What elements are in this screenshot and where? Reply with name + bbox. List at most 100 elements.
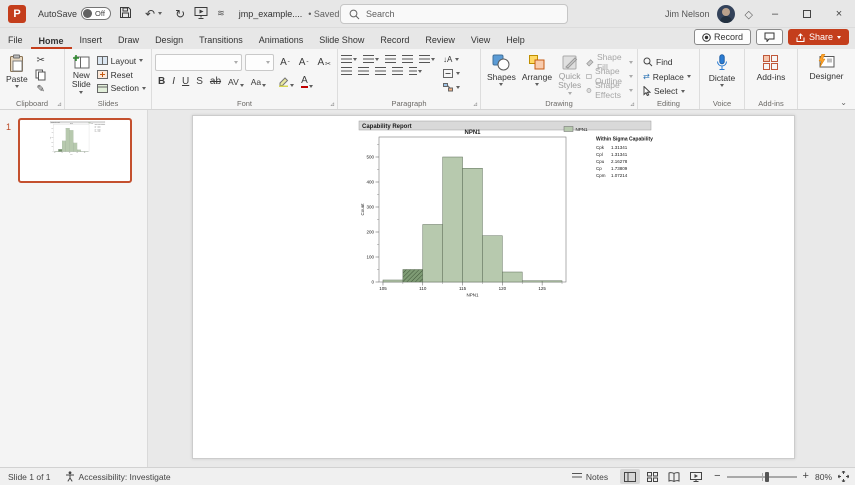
section-button[interactable]: Section <box>96 82 146 94</box>
layout-button[interactable]: Layout <box>96 55 146 67</box>
dictate-dropdown-icon[interactable] <box>720 84 724 87</box>
tab-design[interactable]: Design <box>147 32 191 49</box>
tab-transitions[interactable]: Transitions <box>191 32 251 49</box>
tab-record[interactable]: Record <box>372 32 417 49</box>
tab-file[interactable]: File <box>0 32 31 49</box>
tab-review[interactable]: Review <box>417 32 463 49</box>
editing-canvas[interactable]: Capability Report NPN1 NPN1 0 100 200 300 400 50… <box>148 110 855 467</box>
tab-slide-show[interactable]: Slide Show <box>311 32 372 49</box>
close-button[interactable]: × <box>823 0 855 28</box>
paragraph-dialog-launcher[interactable]: ⊿ <box>473 101 478 108</box>
line-spacing-button[interactable] <box>419 55 435 63</box>
numbering-button[interactable] <box>363 55 379 63</box>
align-right-button[interactable] <box>375 67 386 75</box>
align-text-button[interactable] <box>443 67 460 79</box>
slide-indicator[interactable]: Slide 1 of 1 <box>8 472 51 482</box>
quick-styles-button[interactable]: Quick Styles <box>555 52 584 97</box>
bullets-button[interactable] <box>341 55 357 63</box>
font-size-combobox[interactable] <box>245 53 275 71</box>
italic-button[interactable]: I <box>169 76 178 87</box>
document-title[interactable]: jmp_example.... <box>239 9 303 19</box>
grow-font-button[interactable]: Aˆ <box>277 57 293 68</box>
replace-button[interactable]: ⇄ Replace <box>643 71 691 83</box>
record-button[interactable]: Record <box>693 29 751 45</box>
zoom-out-button[interactable]: − <box>714 471 720 482</box>
slide-sorter-view-button[interactable] <box>642 469 662 484</box>
align-left-button[interactable] <box>341 67 352 75</box>
new-slide-button[interactable]: New Slide <box>68 52 95 97</box>
align-center-button[interactable] <box>358 67 369 75</box>
save-button[interactable] <box>119 6 132 21</box>
text-direction-button[interactable]: ↓A <box>443 53 460 65</box>
capability-chart[interactable]: Capability Report NPN1 NPN1 0 100 200 300 400 50… <box>353 119 683 314</box>
reading-view-button[interactable] <box>664 469 684 484</box>
present-from-beginning-button[interactable] <box>194 6 208 21</box>
justify-button[interactable] <box>392 67 403 75</box>
select-button[interactable]: Select <box>643 85 691 97</box>
designer-button[interactable]: Designer <box>806 52 846 97</box>
tab-animations[interactable]: Animations <box>251 32 312 49</box>
character-spacing-button[interactable]: AV <box>225 77 247 87</box>
new-slide-dropdown-icon[interactable] <box>79 90 84 94</box>
addins-button[interactable]: Add-ins <box>754 52 789 97</box>
decrease-indent-button[interactable] <box>385 55 396 63</box>
user-name[interactable]: Jim Nelson <box>665 9 710 19</box>
maximize-button[interactable] <box>791 0 823 28</box>
minimize-button[interactable]: – <box>759 0 791 28</box>
columns-button[interactable] <box>409 67 422 75</box>
bold-button[interactable]: B <box>155 76 168 87</box>
fit-to-window-icon[interactable] <box>838 471 849 482</box>
strikethrough-button[interactable]: ab <box>207 76 224 87</box>
dictate-button[interactable]: Dictate <box>706 52 738 97</box>
increase-indent-button[interactable] <box>402 55 413 63</box>
shapes-button[interactable]: Shapes <box>484 52 519 97</box>
tab-help[interactable]: Help <box>498 32 533 49</box>
highlight-color-button[interactable] <box>275 76 297 87</box>
shrink-font-button[interactable]: Aˇ <box>296 57 312 68</box>
arrange-dropdown-icon[interactable] <box>534 83 539 86</box>
text-shadow-button[interactable]: S <box>193 76 206 87</box>
reset-button[interactable]: Reset <box>96 69 146 81</box>
share-button[interactable]: Share <box>787 29 849 45</box>
font-name-combobox[interactable] <box>155 53 243 71</box>
paste-button[interactable]: Paste <box>3 52 31 97</box>
slide-thumbnail[interactable]: Capability Report NPN1 NPN1 0 100 200 300 400 50… <box>18 118 132 183</box>
autosave-toggle[interactable]: Off <box>81 7 112 20</box>
clear-formatting-button[interactable]: A ✂ <box>314 57 334 68</box>
font-color-button[interactable]: A <box>298 75 316 88</box>
tab-draw[interactable]: Draw <box>110 32 147 49</box>
change-case-button[interactable]: Aa <box>248 77 269 87</box>
normal-view-button[interactable] <box>620 469 641 484</box>
copy-button[interactable] <box>33 69 49 81</box>
undo-button[interactable]: ↶ <box>145 8 163 20</box>
zoom-in-button[interactable]: + <box>803 471 809 482</box>
cut-button[interactable]: ✂ <box>33 55 49 66</box>
underline-button[interactable]: U <box>179 76 192 87</box>
arrange-button[interactable]: Arrange <box>519 52 555 97</box>
tab-insert[interactable]: Insert <box>72 32 111 49</box>
paste-dropdown-icon[interactable] <box>14 85 19 88</box>
zoom-slider[interactable] <box>726 471 797 482</box>
avatar[interactable] <box>716 5 735 23</box>
tab-view[interactable]: View <box>463 32 498 49</box>
convert-smartart-button[interactable] <box>443 81 460 93</box>
find-button[interactable]: Find <box>643 56 691 68</box>
drawing-dialog-launcher[interactable]: ⊿ <box>630 101 635 108</box>
notes-button[interactable]: Notes <box>568 470 612 484</box>
search-input[interactable]: Search <box>340 4 568 24</box>
zoom-level[interactable]: 80% <box>815 472 832 482</box>
shapes-dropdown-icon[interactable] <box>499 83 504 86</box>
undo-dropdown-icon[interactable] <box>158 12 163 15</box>
font-dialog-launcher[interactable]: ⊿ <box>330 101 335 108</box>
slide-show-button[interactable] <box>686 469 706 484</box>
accessibility-checker[interactable]: Accessibility: Investigate <box>65 471 171 482</box>
zoom-slider-thumb[interactable] <box>765 471 770 482</box>
redo-button[interactable]: ↻ <box>175 8 185 20</box>
clipboard-dialog-launcher[interactable]: ⊿ <box>57 101 62 108</box>
slide[interactable]: Capability Report NPN1 NPN1 0 100 200 300 400 50… <box>192 115 795 459</box>
collapse-ribbon-icon[interactable]: ⌄ <box>840 98 847 107</box>
format-painter-button[interactable]: ✎ <box>33 84 49 95</box>
comments-button[interactable] <box>755 29 783 45</box>
gem-icon[interactable]: ◇ <box>745 8 753 21</box>
powerpoint-logo-icon[interactable]: P <box>8 4 26 23</box>
